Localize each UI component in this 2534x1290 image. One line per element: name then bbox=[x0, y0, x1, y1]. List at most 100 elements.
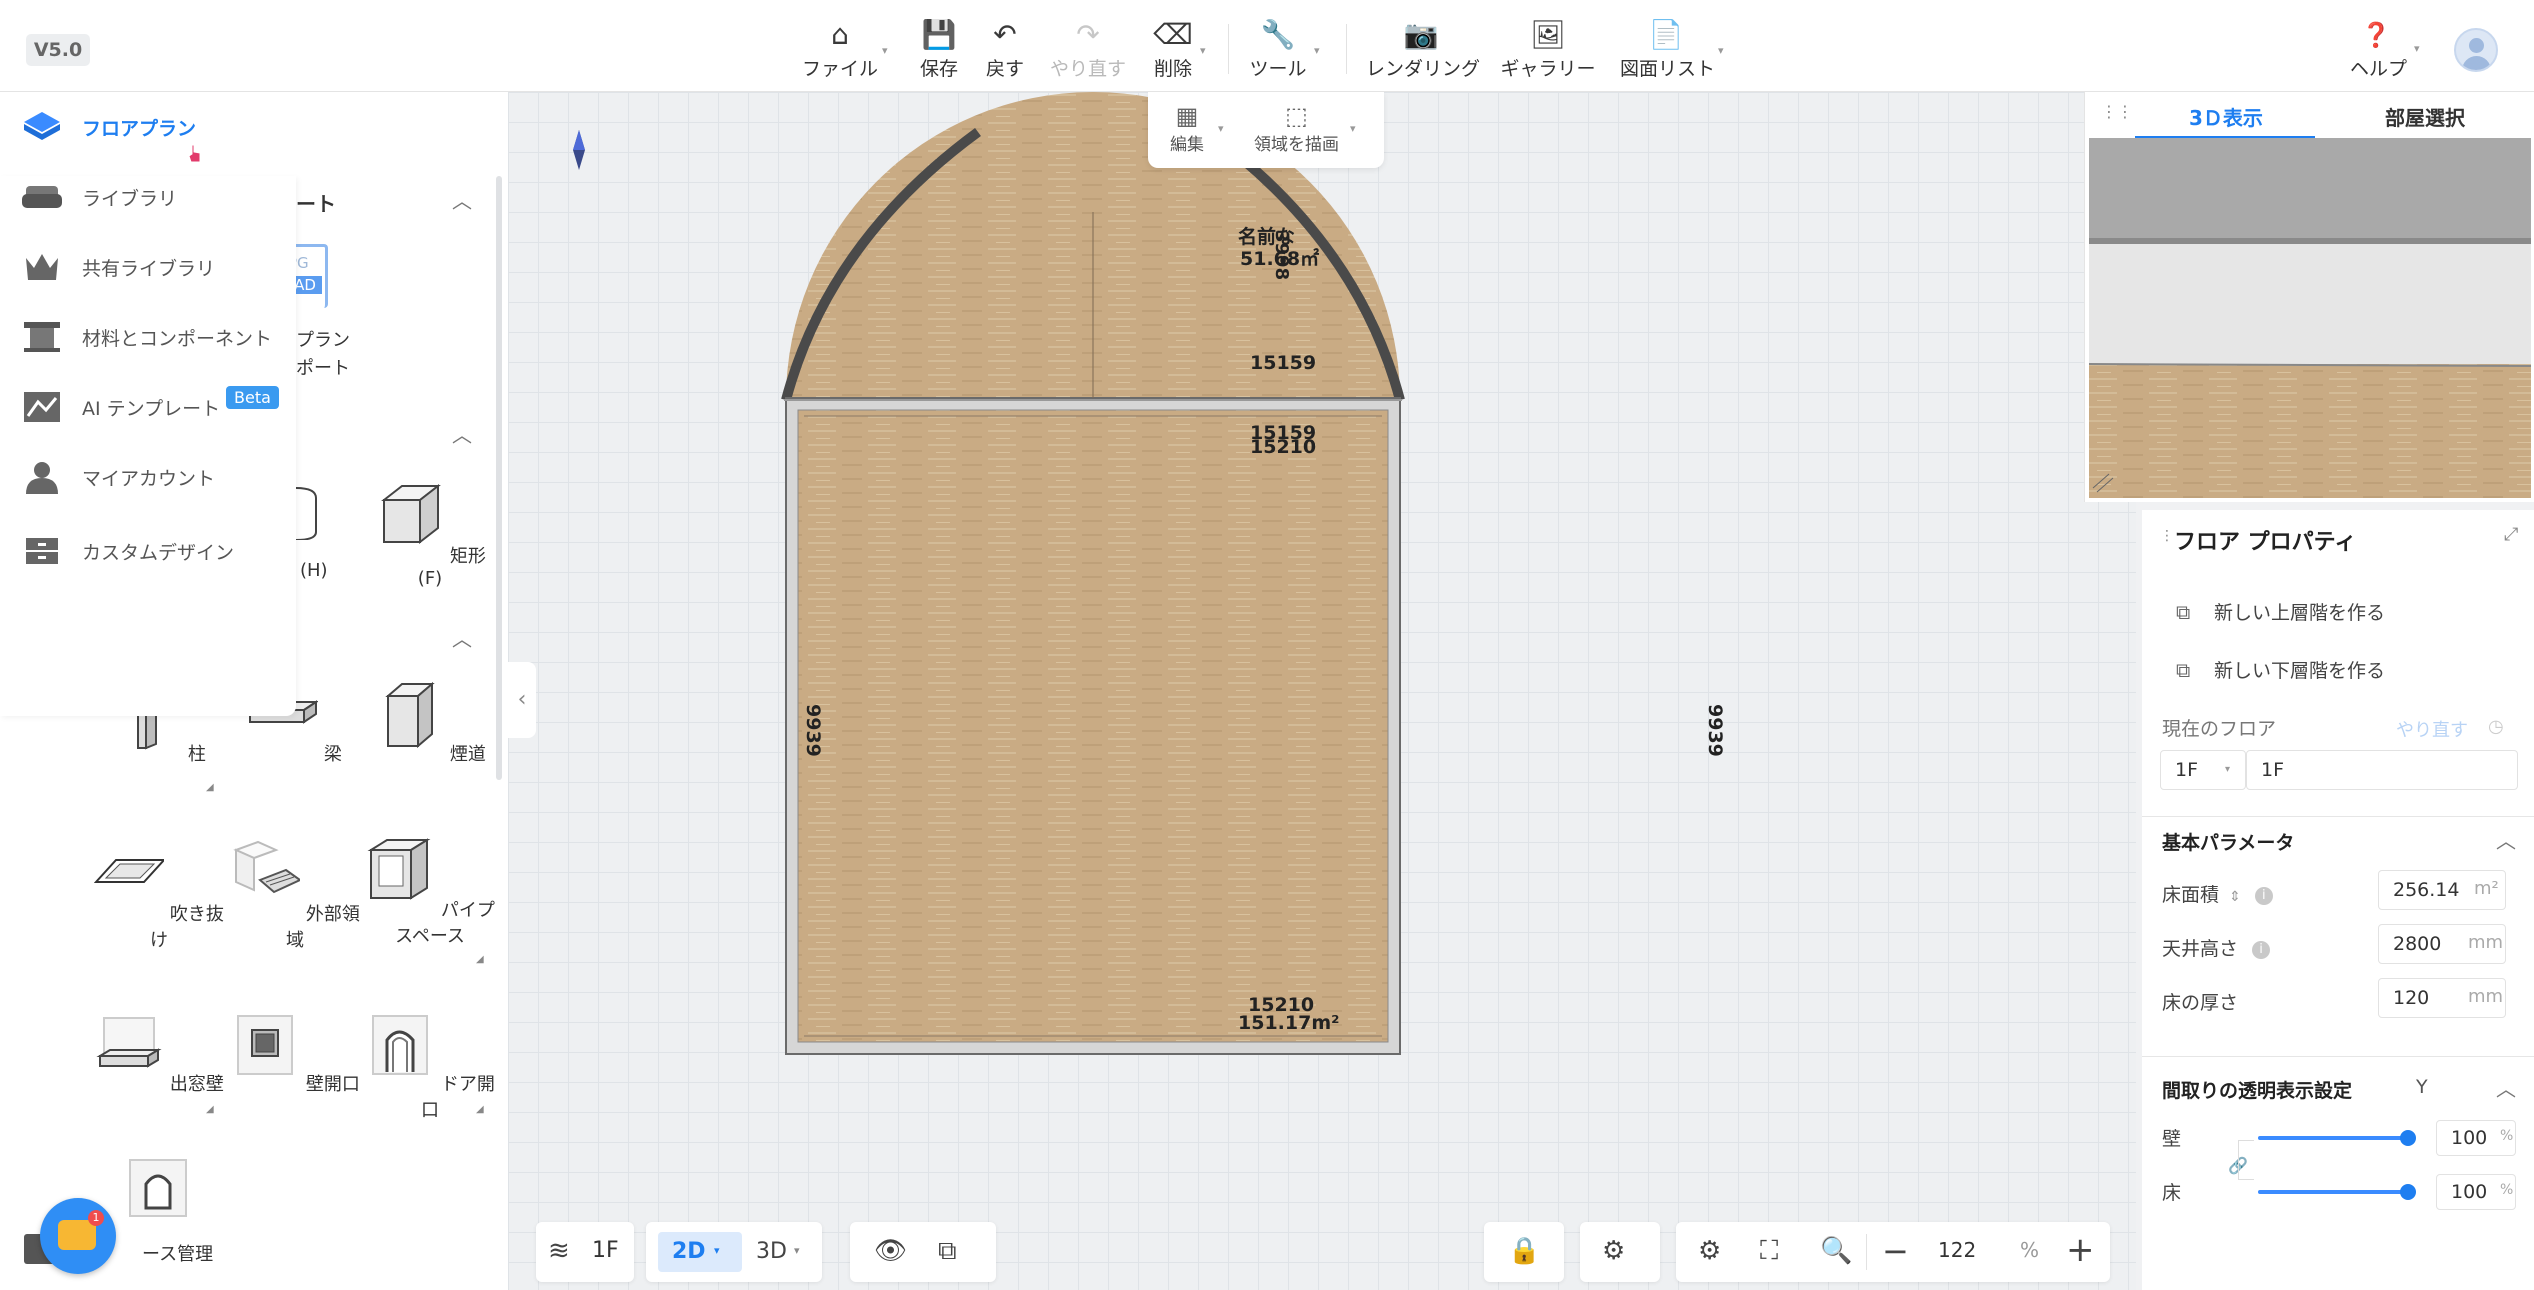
basic-params-collapse-icon[interactable]: ︿ bbox=[2496, 831, 2516, 851]
history-icon[interactable]: ◷ bbox=[2488, 716, 2504, 737]
materials-icon bbox=[24, 322, 60, 352]
flue-item[interactable]: 煙道 bbox=[365, 680, 495, 766]
zoom-value[interactable]: 122 bbox=[1938, 1238, 1976, 1262]
edit-button[interactable]: ▦ 編集 bbox=[1170, 102, 1204, 155]
camera-settings-icon[interactable]: ⚙ bbox=[1698, 1236, 1721, 1266]
redo-floor-link[interactable]: やり直す bbox=[2396, 716, 2468, 742]
rect-shape-item[interactable]: 矩形 (F) bbox=[365, 482, 495, 589]
undo-button[interactable]: ↶ 戻す bbox=[980, 18, 1030, 82]
app-root: 名前な 51.68㎡ 3998 15159 15159 15210 9939 9… bbox=[0, 0, 2534, 1290]
zoom-out-icon[interactable]: − bbox=[1882, 1232, 1909, 1270]
cabinet-icon bbox=[26, 538, 58, 564]
shape-h-label: (H) bbox=[300, 560, 328, 581]
view3d-preview[interactable] bbox=[2089, 138, 2531, 498]
tools-button[interactable]: 🔧 ツール bbox=[1248, 18, 1308, 82]
expand-icon[interactable]: ⤢ bbox=[2504, 524, 2518, 545]
lock-icon[interactable]: 🔒 bbox=[1508, 1236, 1540, 1266]
layer-up-icon: ⧉ bbox=[2176, 599, 2191, 624]
file-caret-icon[interactable]: ▾ bbox=[882, 44, 888, 57]
gallery-button[interactable]: 🖼 ギャラリー bbox=[1500, 18, 1596, 82]
floor-transparency-slider[interactable] bbox=[2258, 1190, 2408, 1194]
main-room-floor bbox=[798, 410, 1388, 1042]
rendering-button[interactable]: 📷 レンダリング bbox=[1366, 18, 1480, 82]
pipe-space-label: パイプスペース bbox=[395, 900, 495, 947]
zoom-unit: % bbox=[2020, 1238, 2040, 1262]
compass-icon[interactable] bbox=[572, 130, 586, 170]
nav-library[interactable]: ライブラリ bbox=[22, 172, 302, 222]
floor-switcher[interactable]: ≋ 1F bbox=[536, 1222, 634, 1282]
eye-icon[interactable]: 👁 bbox=[874, 1236, 907, 1266]
props-drag-handle-icon[interactable]: ⋮ bbox=[2160, 528, 2174, 544]
shapes-collapse-icon[interactable]: ︿ bbox=[452, 425, 472, 445]
edit-caret-icon[interactable]: ▾ bbox=[1218, 122, 1224, 135]
file-button[interactable]: ⌂ ファイル bbox=[800, 18, 880, 82]
nav-shared-library-label: 共有ライブラリ bbox=[82, 257, 216, 280]
zoom-in-icon[interactable]: + bbox=[2066, 1230, 2095, 1270]
wall-percent-unit: % bbox=[2500, 1128, 2514, 1144]
ceiling-height-value: 2800 bbox=[2393, 933, 2442, 955]
transparency-collapse-icon[interactable]: ︿ bbox=[2496, 1079, 2516, 1099]
tools-caret-icon[interactable]: ▾ bbox=[1314, 44, 1320, 57]
wall-opening-label: 壁開口 bbox=[305, 1074, 360, 1095]
save-button[interactable]: 💾 保存 bbox=[912, 18, 966, 82]
wall-transparency-label: 壁 bbox=[2162, 1128, 2182, 1150]
floor-name-field[interactable]: 1F bbox=[2246, 750, 2518, 790]
pipe-space-expand-icon[interactable]: ◢ bbox=[476, 954, 484, 965]
floor-area-unit: m² bbox=[2474, 878, 2499, 899]
draw-area-caret-icon[interactable]: ▾ bbox=[1350, 122, 1356, 135]
delete-button[interactable]: ⌫ 削除 bbox=[1148, 18, 1198, 82]
nav-shared-library[interactable]: 共有ライブラリ bbox=[22, 242, 302, 292]
mode-3d-button[interactable]: 3D ▾ bbox=[756, 1232, 816, 1272]
help-caret-icon[interactable]: ▾ bbox=[2414, 42, 2420, 55]
toggle-settings-icon[interactable]: ⚙ bbox=[1602, 1236, 1625, 1266]
tab-3d-view[interactable]: 3Ｄ表示 bbox=[2189, 102, 2263, 131]
zoom-area-icon[interactable]: 🔍 bbox=[1820, 1236, 1852, 1266]
new-lower-floor-button[interactable]: ⧉ 新しい下層階を作る bbox=[2176, 656, 2385, 683]
nav-materials[interactable]: 材料とコンポーネント bbox=[22, 312, 302, 362]
draw-area-button[interactable]: ⬚ 領域を描画 bbox=[1254, 102, 1339, 155]
new-upper-floor-button[interactable]: ⧉ 新しい上層階を作る bbox=[2176, 598, 2385, 625]
redo-button[interactable]: ↷ やり直す bbox=[1048, 18, 1128, 82]
zoom-tools: ⚙ ⛶ 🔍 − 122 % + bbox=[1676, 1222, 2110, 1282]
collapse-panel-button[interactable]: ‹ bbox=[508, 662, 536, 738]
mode-2d-button[interactable]: 2D ▾ bbox=[658, 1232, 742, 1272]
floor-thickness-value: 120 bbox=[2393, 987, 2430, 1009]
library-scrollbar[interactable] bbox=[496, 176, 502, 780]
cube-view-icon[interactable]: ⧉ bbox=[938, 1236, 957, 1267]
wall-transparency-slider[interactable] bbox=[2258, 1136, 2408, 1140]
floor-area-label-text: 床面積 bbox=[2162, 884, 2220, 906]
delete-label: 削除 bbox=[1153, 58, 1192, 80]
floor-slider-knob[interactable] bbox=[2400, 1184, 2416, 1200]
wrench-icon: 🔧 bbox=[1260, 18, 1296, 51]
nav-ai-template-label: AI テンプレート bbox=[82, 397, 221, 420]
info-icon-2[interactable]: i bbox=[2252, 940, 2271, 959]
save-icon: 💾 bbox=[921, 18, 957, 51]
floorplan-canvas[interactable]: 名前な 51.68㎡ 3998 15159 15159 15210 9939 9… bbox=[508, 92, 2136, 1290]
door-opening-expand-icon[interactable]: ◢ bbox=[476, 1104, 484, 1115]
floor-select[interactable]: 1F ▾ bbox=[2160, 750, 2246, 790]
import-plan-label-1: プラン bbox=[296, 330, 350, 351]
import-collapse-icon[interactable]: ︿ bbox=[452, 191, 472, 211]
avatar[interactable] bbox=[2454, 28, 2498, 72]
structure-collapse-icon[interactable]: ︿ bbox=[452, 629, 472, 649]
fit-view-icon[interactable]: ⛶ bbox=[1760, 1236, 1778, 1267]
delete-caret-icon[interactable]: ▾ bbox=[1200, 44, 1206, 57]
nav-custom-design[interactable]: カスタムデザイン bbox=[22, 526, 302, 576]
nav-my-account[interactable]: マイアカウント bbox=[22, 452, 302, 502]
info-icon[interactable]: i bbox=[2254, 886, 2273, 905]
sort-icon[interactable]: ⇕ bbox=[2229, 889, 2241, 905]
drawing-list-caret-icon[interactable]: ▾ bbox=[1718, 44, 1724, 57]
pipe-space-item[interactable]: パイプスペース bbox=[365, 836, 495, 948]
notification-dot: 1 bbox=[88, 1210, 104, 1226]
undo-label: 戻す bbox=[985, 58, 1024, 80]
tab-room-select[interactable]: 部屋選択 bbox=[2385, 102, 2465, 131]
drawing-list-button[interactable]: 📄 図面リスト bbox=[1620, 18, 1715, 82]
drag-handle-icon[interactable]: ⋮⋮ bbox=[2101, 102, 2133, 121]
wall-slider-knob[interactable] bbox=[2400, 1130, 2416, 1146]
help-button[interactable]: ❓ ヘルプ bbox=[2350, 18, 2407, 82]
top-toolbar: V5.0 ⌂ ファイル ▾ 💾 保存 ↶ 戻す ↷ やり直す ⌫ 削除 ▾ 🔧 … bbox=[0, 0, 2534, 92]
nav-floorplan[interactable]: フロアプラン bbox=[22, 102, 302, 152]
chat-button[interactable]: 1 bbox=[40, 1198, 116, 1274]
help-icon: ❓ bbox=[2361, 21, 2391, 49]
floor-area-label: 床面積 ⇕ i bbox=[2162, 880, 2273, 907]
